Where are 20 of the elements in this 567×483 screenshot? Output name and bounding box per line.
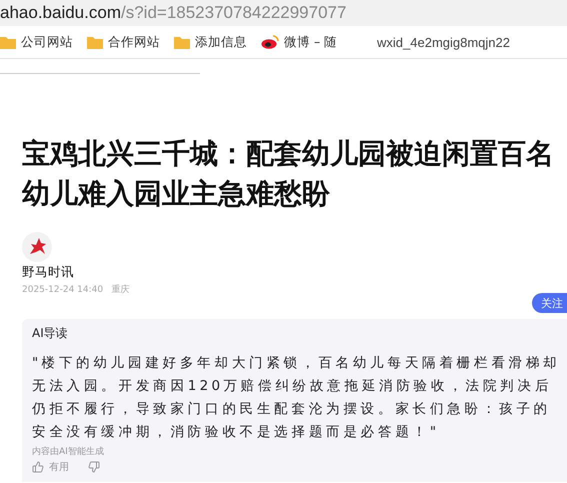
- folder-icon: [0, 36, 16, 48]
- article-title: 宝鸡北兴三千城：配套幼儿园被迫闲置百名幼儿难入园业主急难愁盼: [22, 136, 555, 212]
- folder-icon: [87, 36, 103, 48]
- bookmark-link[interactable]: 公司网站: [0, 34, 73, 50]
- thumbs-up-icon[interactable]: [32, 461, 44, 473]
- author-name[interactable]: 野马时讯: [22, 264, 567, 281]
- address-bar[interactable]: ahao.baidu.com/s?id=1852370784222997077: [0, 0, 567, 26]
- bookmark-link[interactable]: 添加信息: [174, 34, 247, 50]
- account-name: wxid_4e2mgig8mqjn22: [377, 34, 510, 50]
- folder-icon: [174, 36, 190, 48]
- bookmark-link[interactable]: 合作网站: [87, 34, 160, 50]
- bookmark-link[interactable]: 微博 – 随: [261, 34, 338, 50]
- summary-text: "楼下的幼儿园建好多年却大门紧锁，百名幼儿每天隔着栅栏看滑梯却无法入园。开发商因120万赔偿纠纷故意拖延消防验收，法院判决后仍拒不履行，导致家门口的民生配套沦为摆设。家长们急盼：孩子的安全没有缓冲期，消防验收不是选择题而是必答题！": [32, 354, 562, 442]
- avatar-icon: [22, 232, 52, 262]
- thumbs-down-icon[interactable]: [88, 461, 100, 473]
- publish-info: 2025-12-24 14:40 重庆: [22, 284, 131, 296]
- weibo-icon: [261, 35, 279, 49]
- summary-heading: AI导读: [32, 325, 69, 342]
- follow-button[interactable]: 关注: [532, 293, 567, 313]
- ai-note: 内容由AI智能生成: [32, 446, 105, 458]
